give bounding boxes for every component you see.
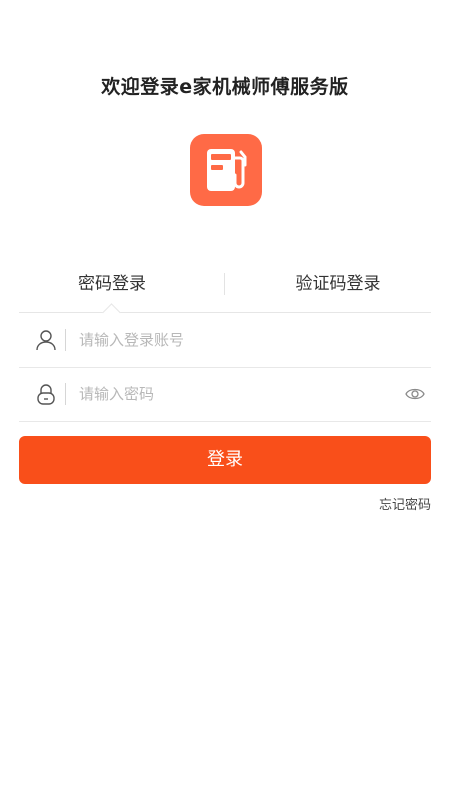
login-button[interactable]: 登录 xyxy=(19,436,431,484)
password-input[interactable] xyxy=(79,379,379,409)
forgot-password-link[interactable]: 忘记密码 xyxy=(379,494,431,513)
fuel-pump-icon xyxy=(207,149,247,191)
tab-divider xyxy=(224,273,225,295)
login-mode-tabs: 密码登录 验证码登录 xyxy=(19,262,431,322)
lock-icon xyxy=(37,384,55,405)
account-field xyxy=(19,313,431,368)
eye-icon[interactable] xyxy=(405,385,425,403)
page-title: 欢迎登录e家机械师傅服务版 xyxy=(101,76,349,98)
app-logo xyxy=(190,134,262,206)
tab-code-login[interactable]: 验证码登录 xyxy=(245,262,431,306)
tab-password-login[interactable]: 密码登录 xyxy=(19,262,205,306)
field-separator xyxy=(65,329,66,351)
password-field xyxy=(19,367,431,422)
field-separator xyxy=(65,383,66,405)
user-icon xyxy=(36,330,56,351)
account-input[interactable] xyxy=(79,325,379,355)
